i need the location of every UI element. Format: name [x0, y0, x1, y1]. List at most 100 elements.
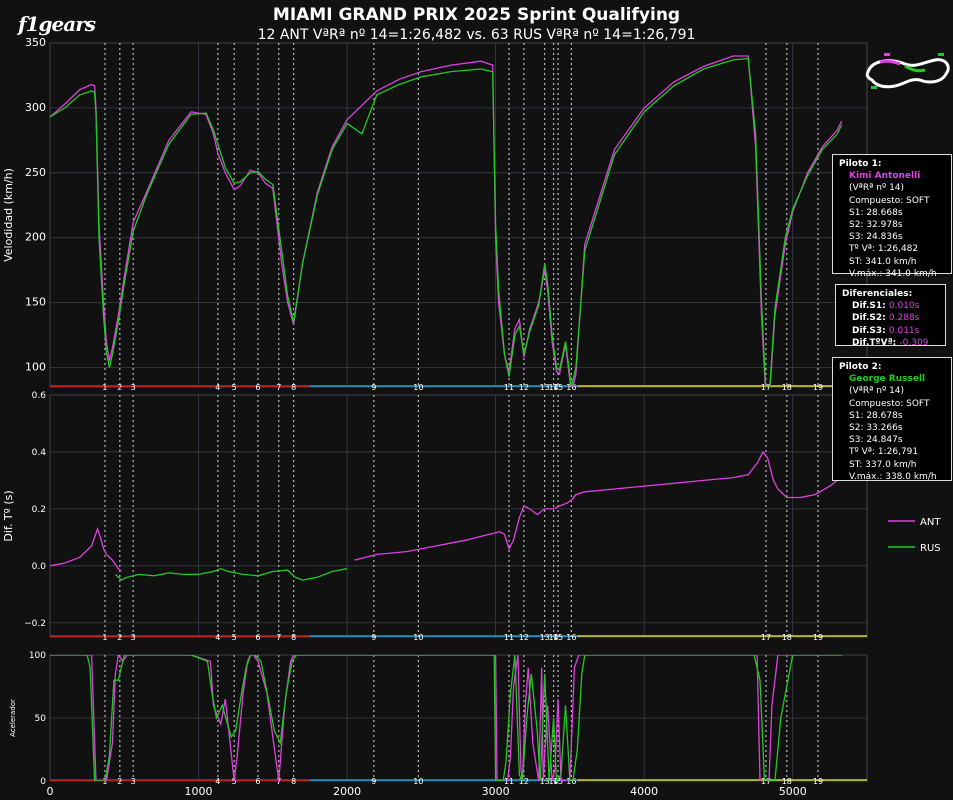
corner-label: 8	[291, 383, 296, 392]
diff-row: Dif.S3: 0.011s	[842, 325, 939, 337]
track-flag	[938, 53, 944, 56]
driver2-info-line: V.máx.: 338.0 km/h	[849, 471, 937, 482]
x-tick-label: 0	[47, 785, 54, 798]
corner-label: 9	[371, 383, 376, 392]
diff-value: -0.309	[899, 337, 929, 348]
x-tick-label: 1000	[185, 785, 213, 798]
diff-row: Dif.S1: 0.010s	[842, 300, 939, 312]
corner-label: 16	[566, 777, 576, 786]
driver1-info-line: Compuesto: SOFT	[849, 195, 930, 206]
corner-label: 18	[782, 633, 792, 642]
driver1-info-line: ST: 341.0 km/h	[849, 256, 917, 267]
corner-label: 4	[215, 777, 220, 786]
driver2-header: Piloto 2:	[839, 362, 882, 372]
chart-title: MIAMI GRAND PRIX 2025 Sprint Qualifying	[272, 5, 681, 25]
delta-y-tick-label: 0.4	[32, 448, 47, 458]
throttle-panel: 050100Acelerador1 2 3 4 5 6 7 8 9 10 11 12 131415 16 1…	[9, 651, 868, 787]
throttle-y-axis-label: Acelerador	[9, 699, 17, 737]
driver1-info-line: S2: 32.978s	[849, 220, 903, 231]
corner-label: 11	[504, 383, 514, 392]
corner-label: 6	[255, 633, 260, 642]
driver1-info-line: V.máx.: 341.0 km/h	[849, 268, 937, 279]
speed-frame	[49, 42, 868, 388]
corner-label: 7	[276, 383, 281, 392]
track-outline	[865, 58, 950, 89]
legend-entry: ANT	[920, 517, 941, 528]
driver2-info-line: Tº Vª: 1:26,791	[849, 447, 919, 458]
speed-y-tick-label: 150	[25, 296, 46, 309]
delta-y-tick-label: 0.2	[32, 505, 46, 515]
driver1-info-line: S1: 28.668s	[849, 207, 903, 218]
corner-label: 18	[782, 383, 792, 392]
corner-label: 19	[813, 777, 823, 786]
corner-label: 16	[566, 633, 576, 642]
driver2-name: George Russell	[849, 374, 926, 385]
corner-label: 9	[371, 633, 376, 642]
corner-label: 19	[813, 383, 823, 392]
throttle-y-tick-label: 50	[35, 714, 47, 724]
driver2-info-line: Compuesto: SOFT	[849, 398, 930, 409]
corner-label: 15	[553, 383, 563, 392]
diff-value: 0.010s	[888, 301, 920, 312]
track-segment-rus	[904, 64, 926, 73]
corner-label: 8	[291, 633, 296, 642]
diff-row: Dif.TºVª: -0.309	[842, 337, 939, 349]
delta-panel: −0.20.00.20.40.6Dif. Tº (s)1 2 3 4 5 6 7 8 9 10 11…	[2, 391, 868, 642]
corner-label: 10	[413, 383, 423, 392]
speed-y-tick-label: 200	[25, 231, 46, 244]
diff-label: Dif.TºVª:	[852, 337, 900, 348]
corner-label: 4	[215, 383, 220, 392]
corner-label: 12	[519, 633, 529, 642]
diff-label: Dif.S2:	[852, 313, 889, 324]
corner-label: 4	[215, 633, 220, 642]
driver1-header: Piloto 1:	[839, 159, 882, 169]
driver2-info-line: ST: 337.0 km/h	[849, 459, 917, 470]
corner-label: 10	[413, 633, 423, 642]
track-map-icon	[865, 53, 950, 89]
corner-label: 3	[131, 777, 136, 786]
track-flag	[871, 86, 877, 89]
corner-label: 6	[255, 777, 260, 786]
legend-entry: RUS	[920, 543, 941, 554]
delta-y-tick-label: −0.2	[24, 619, 46, 629]
track-segment-ant	[879, 59, 901, 66]
x-tick-label: 3000	[482, 785, 510, 798]
diff-label: Dif.S1:	[852, 301, 889, 312]
diff-value: 0.288s	[888, 313, 920, 324]
delta-y-tick-label: 0.0	[32, 562, 47, 572]
corner-label: 19	[813, 633, 823, 642]
corner-label: 3	[131, 383, 136, 392]
corner-label: 17	[761, 633, 771, 642]
corner-label: 2	[117, 383, 122, 392]
corner-label: 5	[232, 633, 237, 642]
corner-label: 3	[131, 633, 136, 642]
speed-y-tick-label: 100	[25, 361, 46, 374]
telemetry-chart: 100150200250300350Velodidad (km/h)1 2 3 4 5 6…	[2, 36, 950, 798]
speed-y-tick-label: 300	[25, 101, 46, 114]
corner-label: 1	[102, 383, 107, 392]
driver2-info-line: S1: 28.678s	[849, 410, 903, 421]
corner-label: 12	[519, 777, 529, 786]
x-tick-label: 2000	[333, 785, 361, 798]
corner-label: 2	[117, 777, 122, 786]
corner-label: 5	[232, 383, 237, 392]
speed-y-axis-label: Velodidad (km/h)	[2, 168, 15, 262]
corner-label: 15	[553, 633, 563, 642]
x-tick-label: 5000	[779, 785, 807, 798]
driver1-name: Kimi Antonelli	[849, 171, 921, 182]
driver2-info-line: S3: 24.847s	[849, 435, 903, 446]
delta-legend: ANT RUS	[888, 517, 941, 554]
chart-subtitle: 12 ANT VªRª nº 14=1:26,482 vs. 63 RUS Vª…	[257, 27, 696, 43]
delta-frame	[49, 394, 868, 638]
delta-y-axis-label: Dif. Tº (s)	[2, 490, 15, 541]
speed-panel: 100150200250300350Velodidad (km/h)1 2 3 4 5 6…	[2, 36, 868, 392]
corner-label: 10	[413, 777, 423, 786]
diff-row: Dif.S2: 0.288s	[842, 312, 939, 324]
corner-label: 12	[519, 383, 529, 392]
corner-label: 1	[102, 633, 107, 642]
driver1-info-line: S3: 24.836s	[849, 232, 903, 243]
diff-label: Dif.S3:	[852, 325, 889, 336]
corner-label: 7	[276, 633, 281, 642]
driver2-info-line: S2: 33.266s	[849, 423, 903, 434]
differences-header: Diferenciales:	[842, 289, 913, 299]
